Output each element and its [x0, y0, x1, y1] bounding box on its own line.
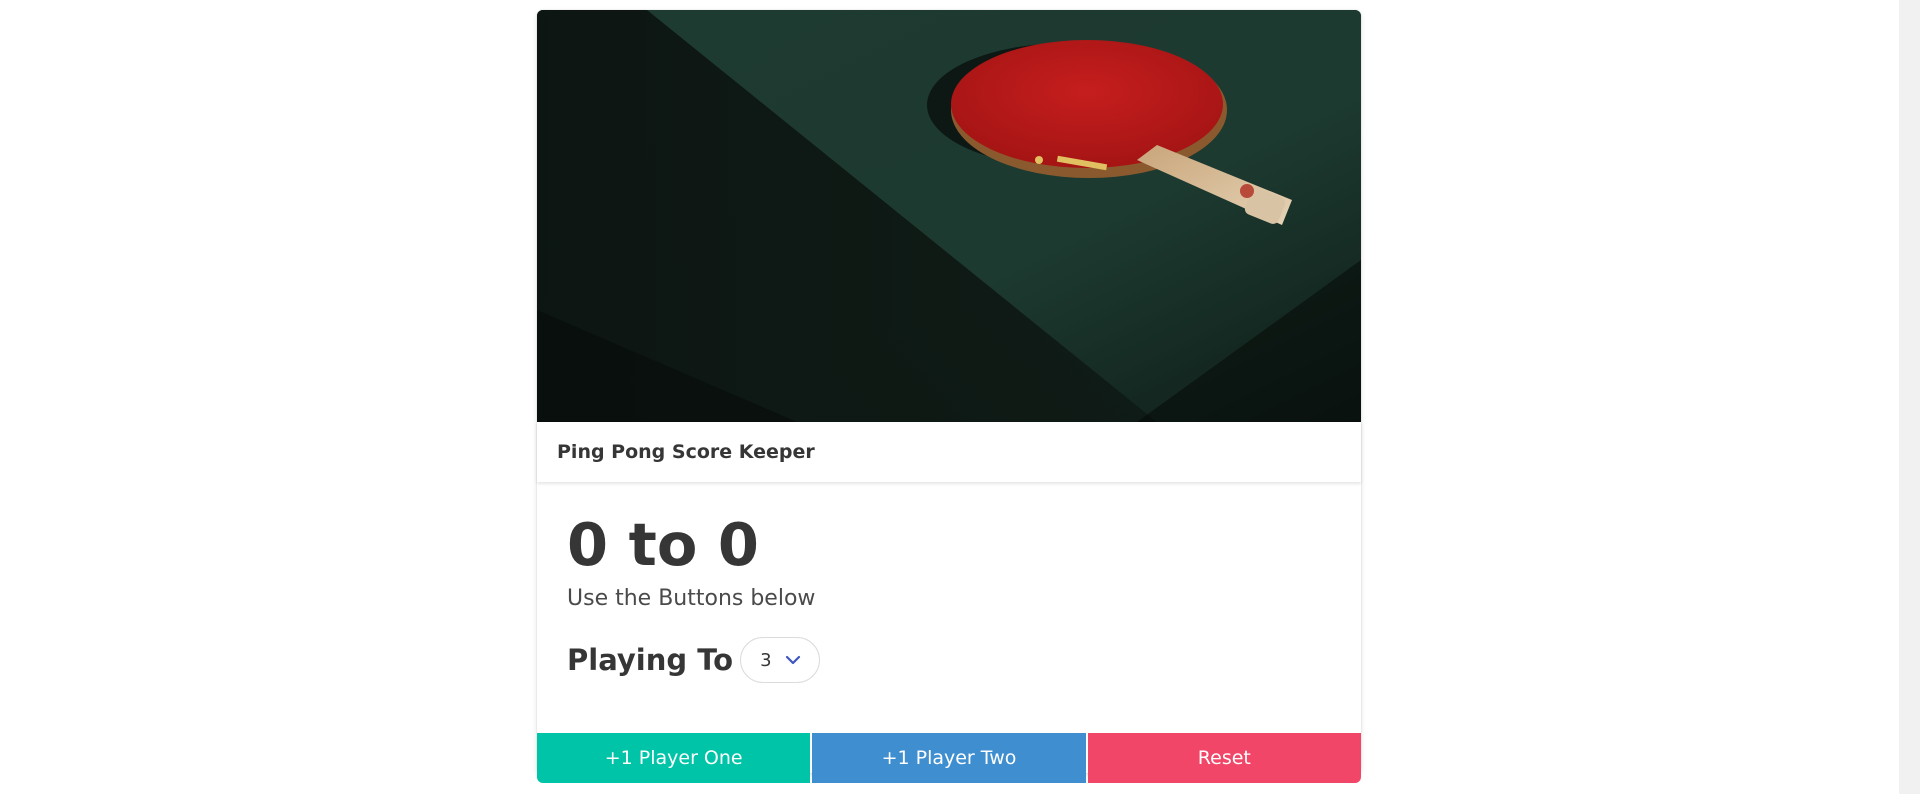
card-header: Ping Pong Score Keeper	[537, 422, 1361, 482]
score-display: 0 to 0	[567, 515, 1331, 574]
instructions-text: Use the Buttons below	[567, 586, 816, 611]
player-two-score: 0	[717, 510, 759, 579]
playing-to-label: Playing To	[567, 643, 734, 677]
score-keeper-card: Ping Pong Score Keeper 0 to 0 Use the Bu…	[537, 10, 1361, 783]
card-image	[537, 10, 1361, 422]
page-scrollbar[interactable]	[1899, 0, 1920, 794]
player-one-add-button[interactable]: +1 Player One	[537, 733, 811, 783]
card-content: 0 to 0 Use the Buttons below Playing To …	[567, 515, 1331, 683]
card-header-title: Ping Pong Score Keeper	[557, 441, 815, 463]
playing-to-selected-value: 3	[760, 649, 772, 671]
card-footer: +1 Player One +1 Player Two Reset	[537, 733, 1361, 783]
reset-button[interactable]: Reset	[1087, 733, 1361, 783]
chevron-down-icon	[785, 655, 801, 665]
ping-pong-paddle-image	[537, 10, 1361, 422]
playing-to-select[interactable]: 3	[740, 637, 821, 683]
player-two-add-button[interactable]: +1 Player Two	[812, 733, 1086, 783]
player-one-score: 0	[567, 510, 609, 579]
playing-to-row: Playing To 3	[567, 637, 1331, 683]
score-separator: to	[628, 510, 698, 579]
